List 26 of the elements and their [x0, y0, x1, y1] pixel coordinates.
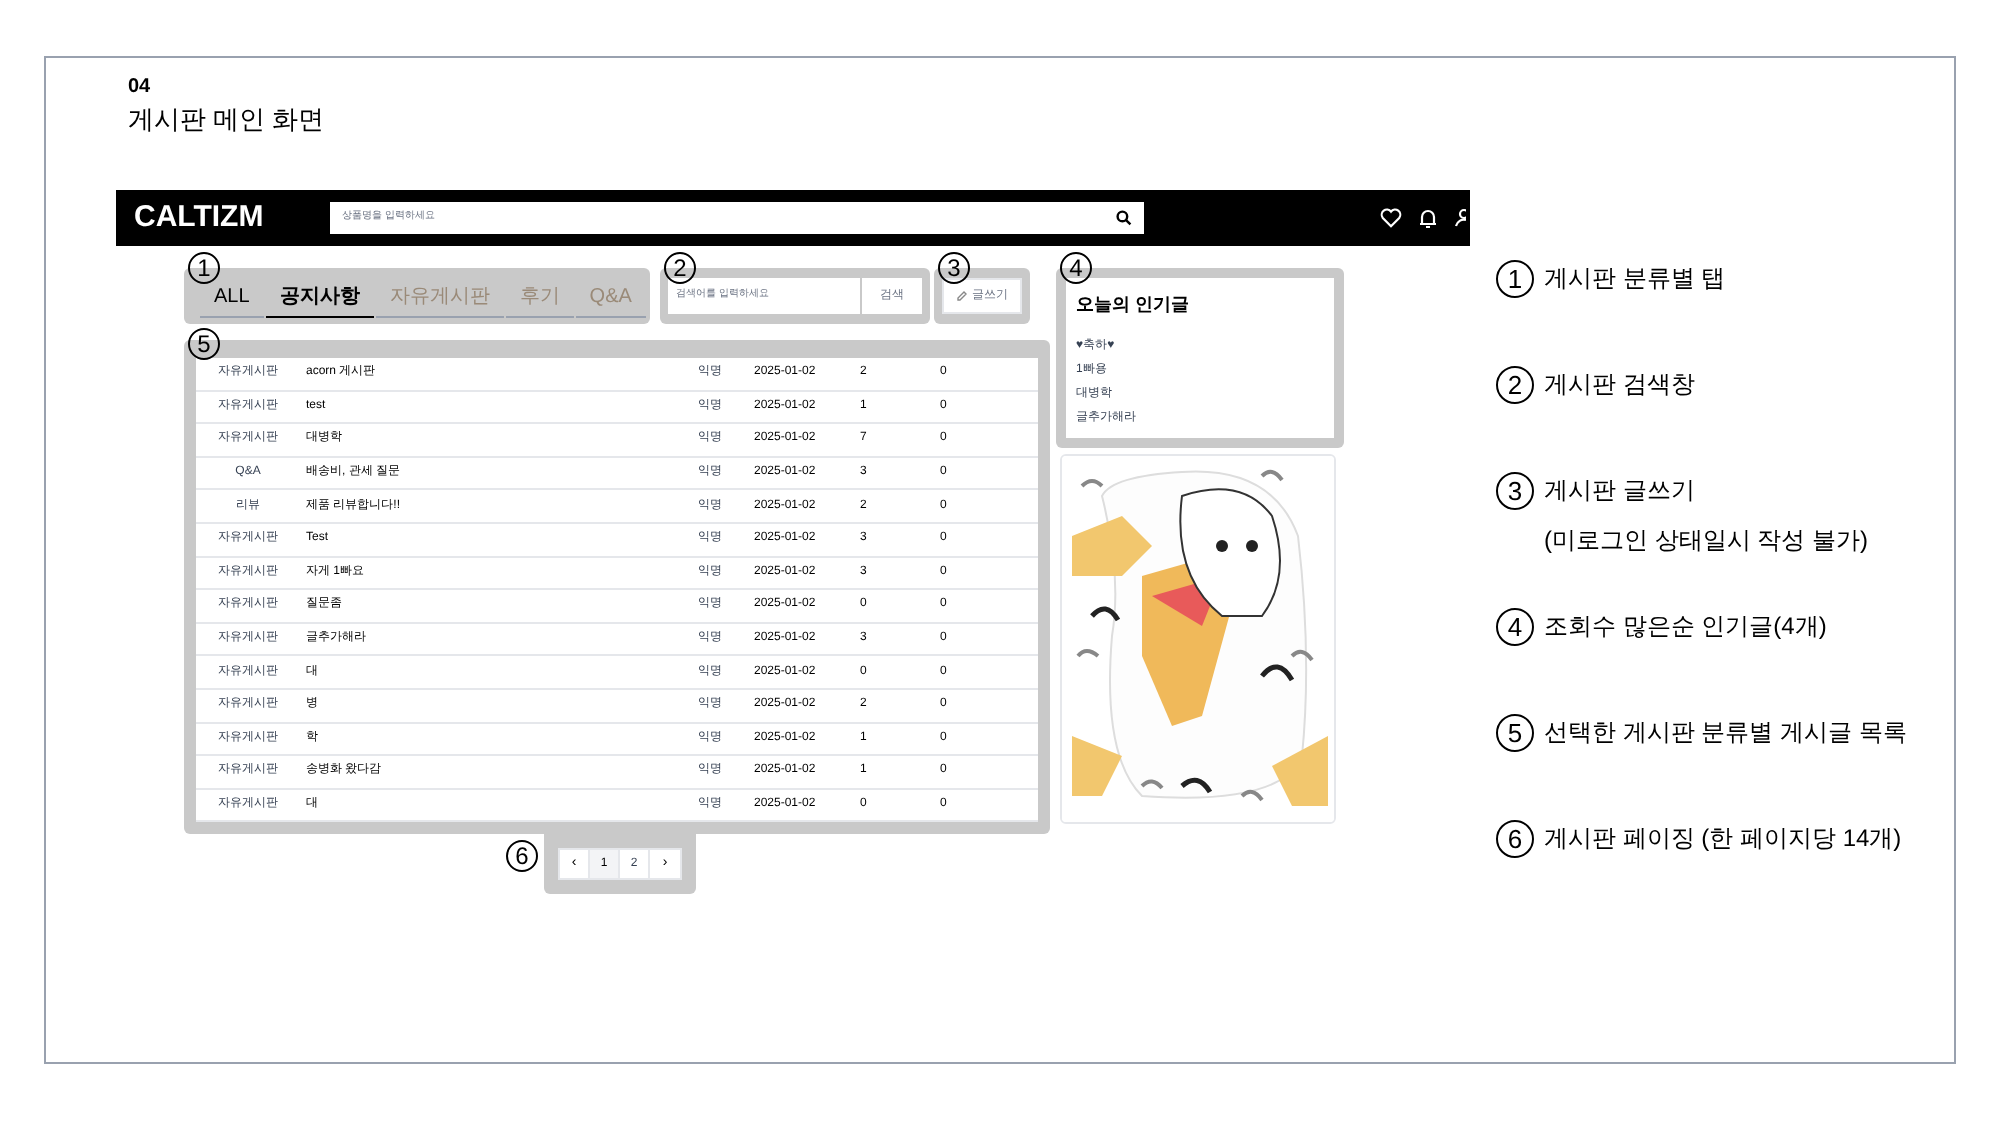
legend-text: (미로그인 상태일시 작성 불가) — [1544, 524, 1868, 558]
number-marker: 1 — [1496, 260, 1534, 298]
tab[interactable]: ALL — [200, 278, 264, 318]
number-marker: 4 — [1496, 608, 1534, 646]
logo[interactable]: CALTIZM — [134, 195, 330, 241]
number-marker: 2 — [1496, 366, 1534, 404]
number-marker: 3 — [1496, 472, 1534, 510]
user-icon[interactable] — [1454, 208, 1466, 228]
number-marker: 1 — [188, 252, 220, 284]
bell-icon[interactable] — [1418, 207, 1438, 229]
number-marker: 6 — [1496, 820, 1534, 858]
legend-text: 게시판 글쓰기 — [1544, 474, 1697, 508]
slide-title: 게시판 메인 화면 — [128, 102, 327, 138]
legend-text: 게시판 페이징 (한 페이지당 14개) — [1544, 822, 1902, 856]
legend-text: 선택한 게시판 분류별 게시글 목록 — [1544, 716, 1907, 750]
legend-text: 조회수 많은순 인기글(4개) — [1544, 610, 1827, 644]
number-marker: 6 — [506, 840, 538, 872]
search-icon[interactable] — [1116, 210, 1132, 226]
number-marker: 5 — [1496, 714, 1534, 752]
slide-number: 04 — [128, 74, 153, 102]
legend-text: 게시판 분류별 탭 — [1544, 262, 1726, 296]
tab[interactable]: 공지사항 — [265, 278, 374, 318]
legend-text: 게시판 검색창 — [1544, 368, 1695, 402]
heart-icon[interactable] — [1380, 208, 1402, 228]
popular-title: 오늘의 인기글 — [1076, 292, 1192, 318]
pencil-icon — [956, 290, 968, 302]
